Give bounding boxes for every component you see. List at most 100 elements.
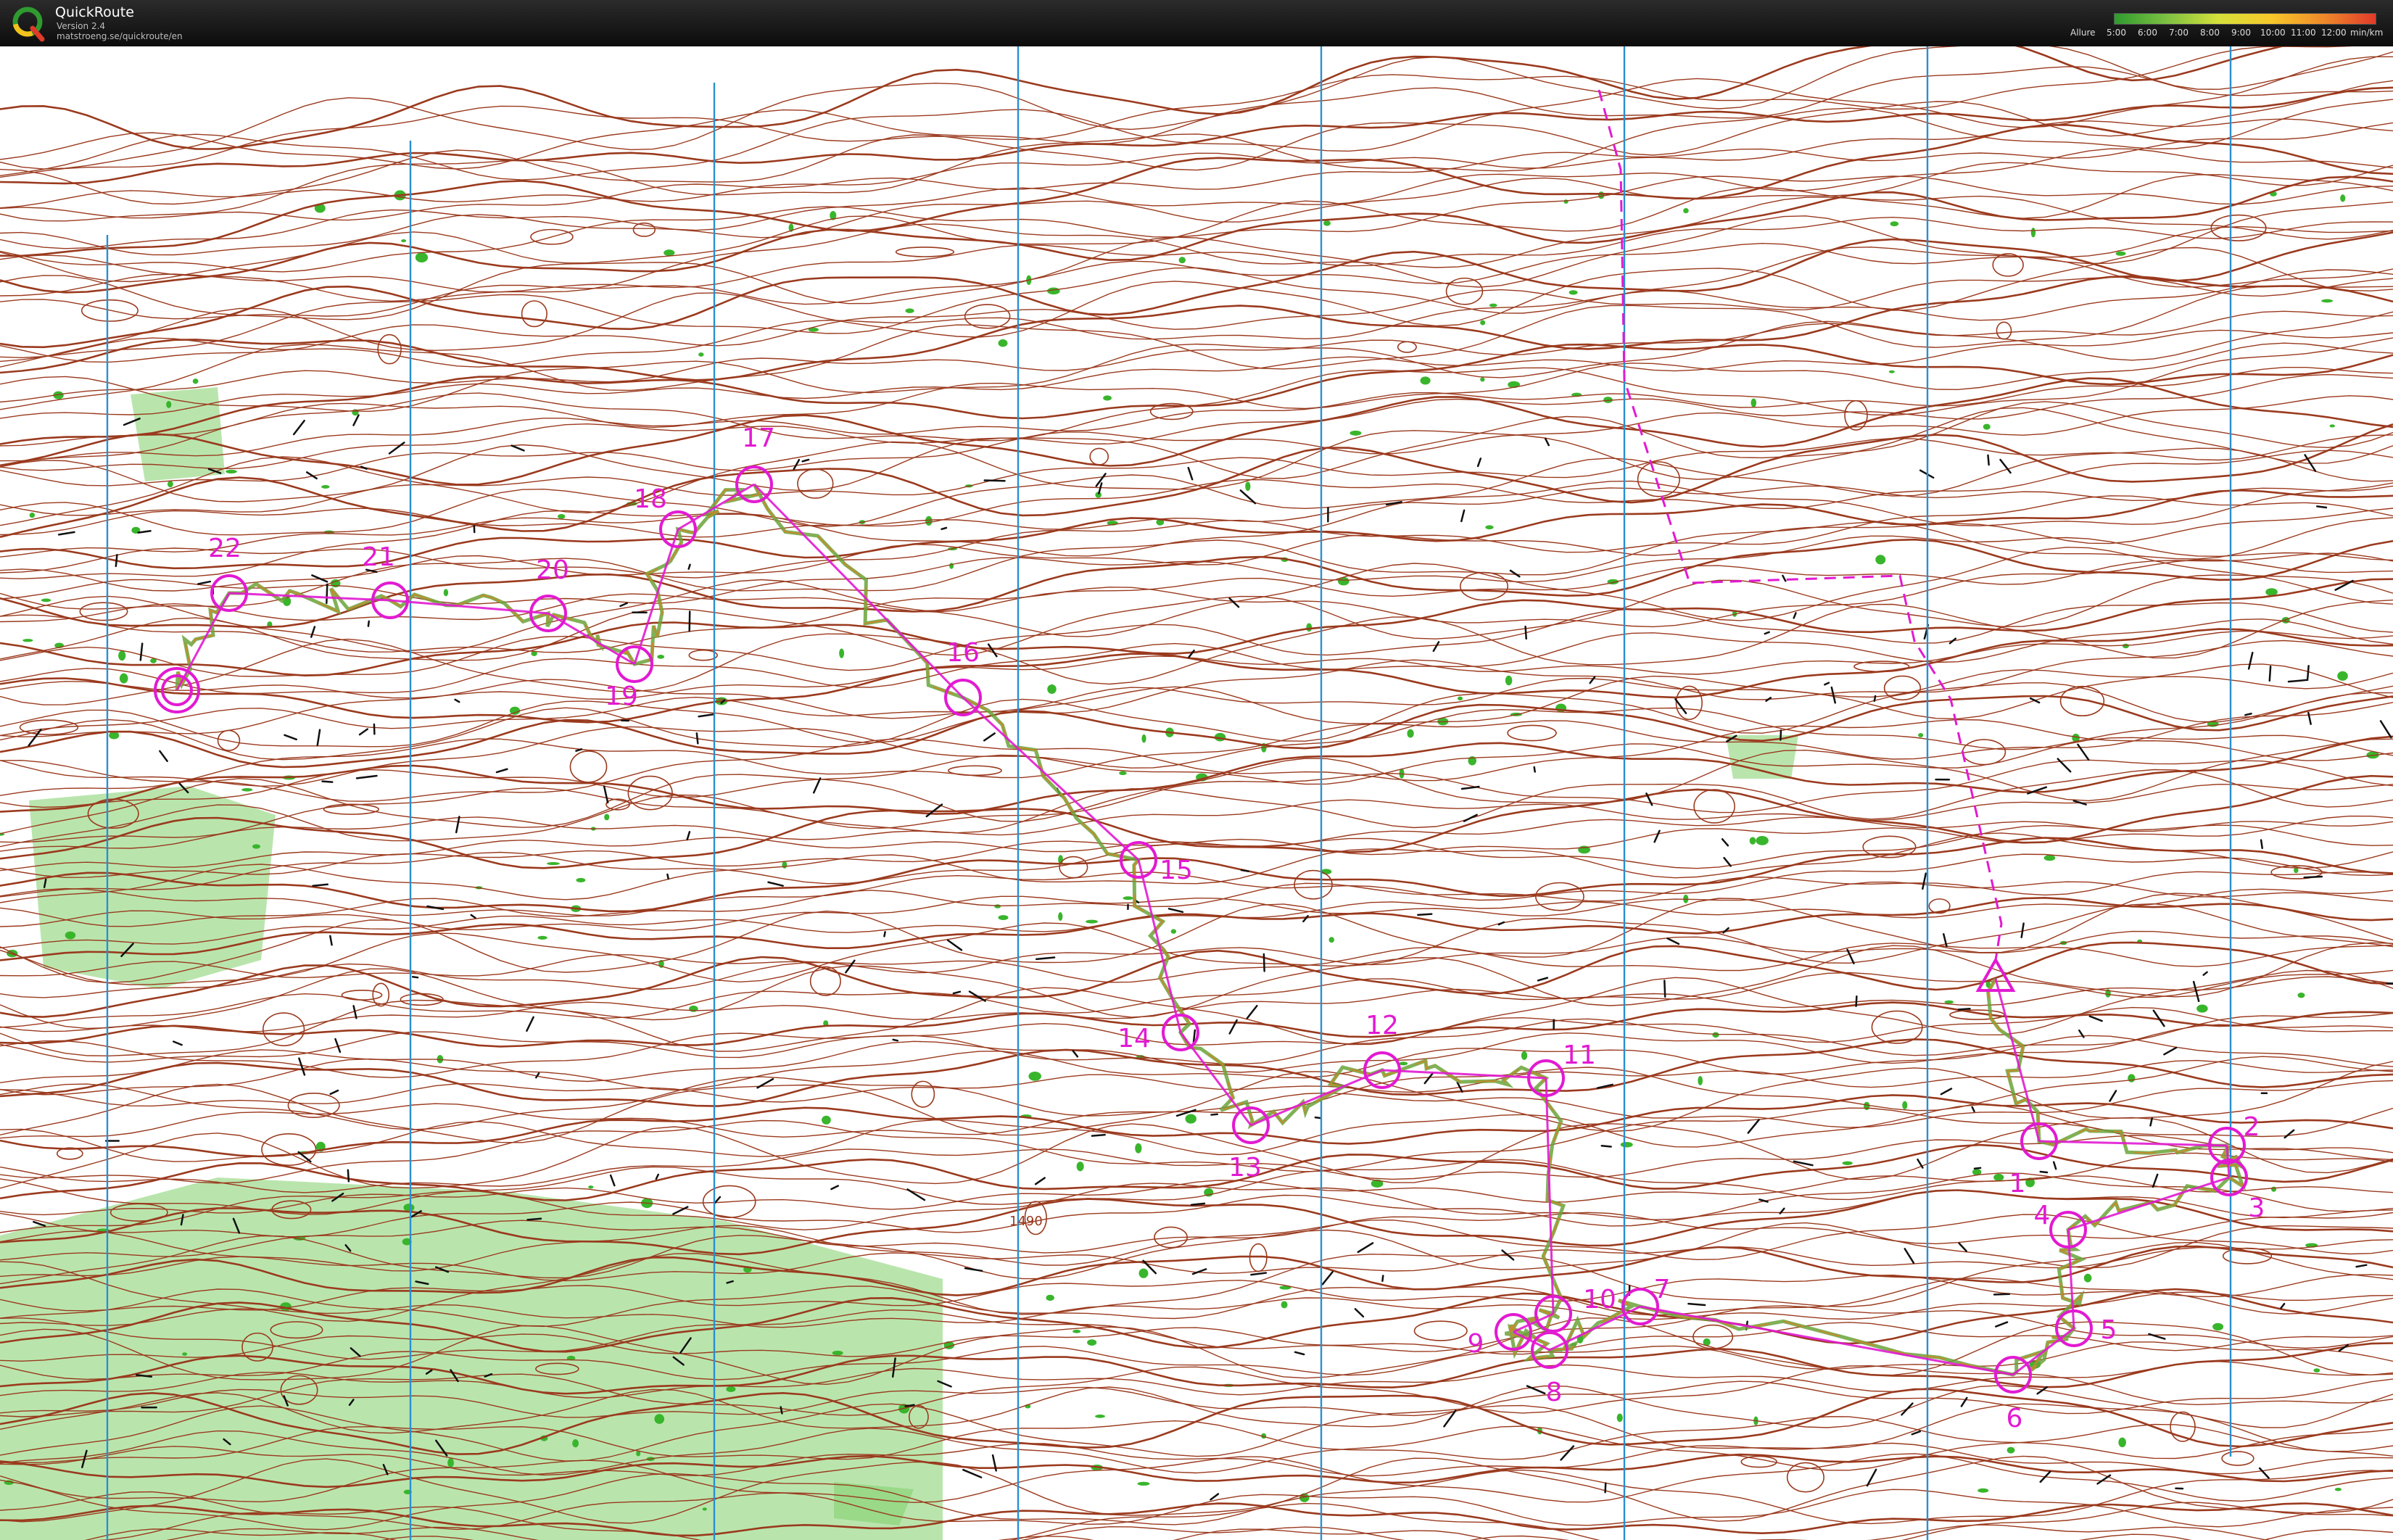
rock-cliff: [1653, 829, 1661, 843]
vegetation-spot: [2297, 993, 2305, 998]
rock-cliff: [2355, 1264, 2368, 1268]
vegetation-spot: [1047, 287, 1060, 295]
control-number: 20: [536, 555, 569, 585]
rock-cliff: [1314, 1116, 1322, 1119]
vegetation-spot: [1306, 623, 1313, 632]
vegetation-spot: [1028, 1072, 1041, 1081]
rock-cliff: [1321, 1270, 1334, 1286]
pace-ticks: Allure 5:00 6:00 7:00 8:00 9:00 10:00 11…: [2070, 28, 2383, 39]
knoll-contour: [964, 304, 1011, 329]
course-leg: [633, 529, 679, 665]
vegetation-spot: [557, 514, 566, 519]
rock-cliff: [1035, 956, 1056, 961]
rock-cliff: [1034, 1177, 1046, 1185]
knoll-contour: [1996, 321, 2012, 340]
vegetation-spot: [1458, 696, 1463, 701]
vegetation-spot: [1103, 395, 1112, 401]
vegetation-spot: [1178, 257, 1186, 264]
rock-cliff: [952, 990, 962, 995]
contour-line: [0, 832, 2393, 903]
vegetation-spot: [29, 512, 36, 518]
rock-cliff: [780, 1406, 783, 1415]
rock-cliff: [352, 414, 360, 426]
rock-cliff: [139, 642, 144, 661]
pace-legend: Allure 5:00 6:00 7:00 8:00 9:00 10:00 11…: [2070, 10, 2383, 42]
rock-cliff: [1210, 1493, 1220, 1501]
contour-line: [0, 969, 2393, 1028]
control-number: 13: [1228, 1153, 1262, 1183]
vegetation-spot: [1864, 1101, 1870, 1110]
rock-cliff: [355, 774, 378, 779]
rock-cliff: [1824, 682, 1830, 686]
rock-cliff: [1995, 1321, 2009, 1328]
knoll-contour: [1871, 1010, 1923, 1044]
orienteering-map[interactable]: 1 2 3 4 5 6 7 8 9 10 11 12 13 14 15 16 17 18 19 20 21 22 1490: [0, 46, 2393, 1540]
vegetation-spot: [226, 469, 237, 474]
rock-cliff: [1901, 1402, 1914, 1416]
knoll-contour: [1397, 341, 1417, 353]
vegetation-spot: [447, 1457, 454, 1468]
app-version: Version 2.4: [57, 21, 106, 31]
course-leg: [677, 483, 755, 531]
map-canvas[interactable]: 12345678910111213141516171819202122 1490: [0, 46, 2393, 1540]
pace-tick: 10:00: [2260, 28, 2286, 38]
control-number: 22: [208, 534, 241, 563]
vegetation-spot: [252, 844, 260, 849]
vegetation-spot: [2083, 1273, 2092, 1283]
vegetation-spot: [905, 308, 914, 313]
knoll-contour: [1460, 571, 1509, 601]
knoll-contour: [688, 649, 718, 661]
rock-cliff: [1187, 466, 1194, 481]
vegetation-spot: [998, 915, 1009, 920]
rock-cliff: [2284, 1129, 2295, 1139]
vegetation-spot: [604, 814, 610, 821]
rock-cliff: [470, 914, 476, 919]
rock-cliff: [2280, 1302, 2286, 1309]
knoll-contour: [1507, 724, 1557, 742]
vegetation-spot: [2118, 1437, 2126, 1448]
vegetation-spot: [41, 598, 51, 603]
rock-cliff: [2109, 1090, 2117, 1102]
course-leg: [1994, 978, 2041, 1142]
rock-cliff: [1764, 631, 1770, 635]
vegetation-area: [29, 786, 276, 989]
rock-cliff: [1262, 953, 1265, 972]
pace-gradient-bar: [2114, 13, 2376, 25]
rock-cliff: [137, 530, 152, 534]
rock-cliff: [511, 444, 525, 452]
rock-cliff: [1191, 1268, 1207, 1275]
rock-cliff: [173, 1040, 183, 1046]
rock-cliff: [535, 1072, 540, 1079]
vegetation-spot: [2329, 424, 2336, 428]
pace-tick: 8:00: [2200, 28, 2220, 38]
rock-cliff: [1497, 921, 1505, 926]
spot-height-label: 1490: [1009, 1214, 1043, 1229]
rock-cliff: [801, 458, 810, 463]
rock-cliff: [1663, 980, 1666, 998]
knoll-contour: [261, 1133, 317, 1166]
control-number: 17: [742, 423, 775, 453]
rock-cliff: [666, 873, 669, 880]
app-url[interactable]: matstroeng.se/quickroute/en: [57, 31, 183, 41]
start-triangle-icon: [1975, 956, 2016, 992]
rock-cliff: [1246, 1004, 1258, 1019]
vegetation-spot: [1281, 1301, 1288, 1309]
rock-cliff: [284, 734, 297, 741]
rock-cliff: [1674, 698, 1687, 715]
rock-cliff: [687, 563, 691, 570]
course-leg: [962, 696, 1140, 861]
pace-tick: 11:00: [2291, 28, 2316, 38]
rock-cliff: [946, 939, 963, 951]
vegetation-spot: [1842, 1161, 1853, 1165]
rock-cliff: [358, 728, 368, 736]
vegetation-spot: [1616, 1413, 1623, 1423]
knoll-contour: [1059, 856, 1088, 879]
vegetation-spot: [1480, 377, 1485, 382]
rock-cliff: [1167, 908, 1184, 914]
vegetation-spot: [241, 787, 253, 792]
vegetation-spot: [1135, 1143, 1142, 1154]
vegetation-spot: [2334, 1487, 2342, 1491]
vegetation-spot: [1598, 191, 1605, 199]
knoll-contour: [372, 982, 390, 1007]
course-leg: [753, 483, 964, 699]
